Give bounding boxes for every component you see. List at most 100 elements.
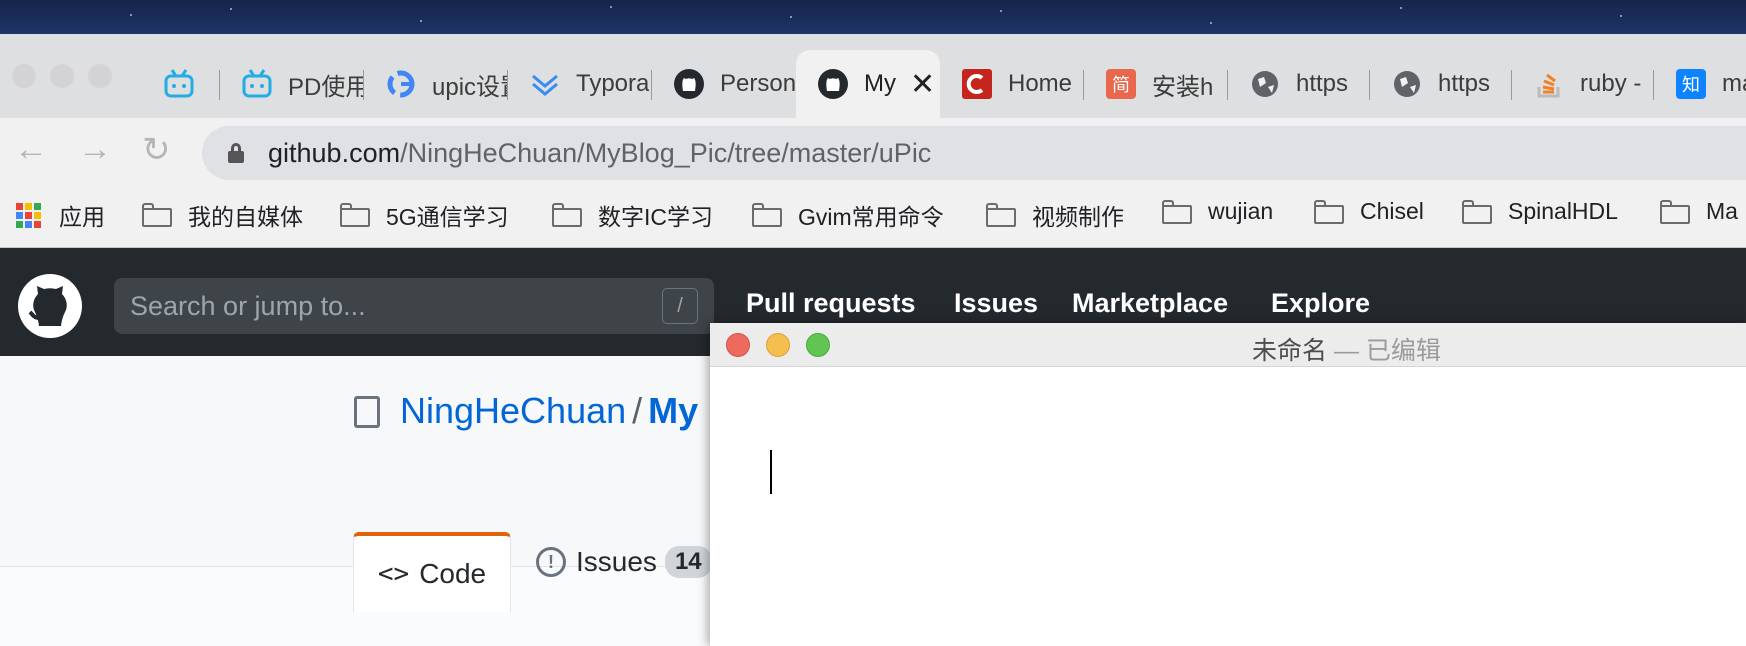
- close-tab-icon[interactable]: ✕: [910, 67, 935, 102]
- bookmark-apps[interactable]: 应用: [16, 198, 105, 232]
- tab-title: ma: [1722, 70, 1746, 97]
- bookmarks-bar: 应用 我的自媒体 5G通信学习 数字IC学习 Gvim常用命令 视频制作 wuj…: [0, 184, 1746, 248]
- coursera-icon: [960, 67, 994, 101]
- github-search-input[interactable]: Search or jump to... /: [114, 278, 714, 334]
- tab-code[interactable]: <> Code: [353, 532, 511, 612]
- bookmark-folder[interactable]: wujian: [1162, 198, 1273, 225]
- folder-icon: [1462, 199, 1492, 224]
- tab-title: Personal: [720, 70, 796, 97]
- browser-tab[interactable]: https: [1370, 50, 1512, 118]
- bookmark-folder[interactable]: Chisel: [1314, 198, 1424, 225]
- bookmark-label: SpinalHDL: [1508, 198, 1618, 224]
- google-icon: [384, 67, 418, 101]
- folder-icon: [340, 203, 370, 227]
- textedit-titlebar: 未命名 — 已编辑: [710, 323, 1746, 367]
- search-placeholder: Search or jump to...: [130, 290, 366, 321]
- desktop-background: [0, 0, 1746, 34]
- repo-icon: [354, 396, 380, 428]
- repo-name-link[interactable]: My: [648, 390, 698, 431]
- svg-text:知: 知: [1682, 75, 1700, 96]
- zhihu-icon: 知: [1674, 67, 1708, 101]
- bilibili-icon: [240, 67, 274, 101]
- bookmark-folder[interactable]: 视频制作: [986, 198, 1124, 232]
- bookmark-label: 视频制作: [1032, 204, 1124, 230]
- text-area[interactable]: [710, 367, 1746, 646]
- folder-icon: [1162, 199, 1192, 224]
- tab-title: PD使用: [288, 73, 364, 101]
- tab-title: https: [1296, 70, 1349, 97]
- tab-strip: PD使用 upic设置 Typora: [0, 34, 1746, 118]
- browser-tab[interactable]: 知 ma: [1654, 50, 1746, 118]
- folder-icon: [986, 203, 1016, 227]
- minimize-window-button[interactable]: [766, 333, 790, 357]
- text-cursor: [770, 450, 772, 494]
- back-icon[interactable]: ←: [14, 130, 48, 169]
- path-separator: /: [632, 390, 643, 431]
- github-logo-icon[interactable]: [18, 274, 82, 338]
- bookmark-folder[interactable]: 我的自媒体: [142, 198, 303, 232]
- folder-icon: [552, 203, 582, 227]
- nav-issues[interactable]: Issues: [954, 288, 1038, 319]
- browser-tab[interactable]: 简 安装h: [1084, 50, 1228, 118]
- browser-tab[interactable]: upic设置: [364, 50, 508, 118]
- folder-icon: [1314, 199, 1344, 224]
- apps-grid-icon: [16, 202, 41, 228]
- nav-marketplace[interactable]: Marketplace: [1072, 288, 1228, 319]
- tab-title: 安装h: [1152, 73, 1214, 101]
- bookmark-folder[interactable]: Gvim常用命令: [752, 198, 944, 232]
- browser-tab[interactable]: PD使用: [220, 50, 364, 118]
- document-name: 未命名: [1252, 337, 1328, 365]
- issues-count-badge: 14: [664, 546, 712, 578]
- bookmark-folder[interactable]: SpinalHDL: [1462, 198, 1618, 225]
- jianshu-icon: 简: [1104, 67, 1138, 101]
- address-bar[interactable]: github.com/NingHeChuan/MyBlog_Pic/tree/m…: [202, 126, 1746, 180]
- github-icon: [816, 67, 850, 101]
- url-host: github.com: [268, 137, 401, 168]
- tab-issues-label: Issues: [576, 546, 657, 577]
- repo-owner-link[interactable]: NingHeChuan: [400, 390, 626, 431]
- browser-tab[interactable]: https: [1228, 50, 1370, 118]
- window-zoom-button[interactable]: [88, 64, 112, 88]
- browser-toolbar: ← → ↻ github.com/NingHeChuan/MyBlog_Pic/…: [0, 118, 1746, 184]
- bookmark-label: 应用: [59, 204, 105, 230]
- repo-breadcrumb: NingHeChuan / My: [400, 390, 698, 432]
- forward-icon[interactable]: →: [78, 130, 112, 169]
- bookmark-label: 5G通信学习: [386, 204, 509, 230]
- browser-tab[interactable]: Personal: [652, 50, 796, 118]
- tab-issues[interactable]: ! Issues 14: [536, 546, 712, 578]
- issue-opened-icon: !: [536, 547, 566, 577]
- nav-explore[interactable]: Explore: [1271, 288, 1370, 319]
- browser-tab[interactable]: Home: [940, 50, 1084, 118]
- close-window-button[interactable]: [726, 333, 750, 357]
- typora-icon: [528, 67, 562, 101]
- lock-icon: [228, 143, 244, 163]
- folder-icon: [752, 203, 782, 227]
- url-path: /NingHeChuan/MyBlog_Pic/tree/master/uPic: [400, 137, 932, 168]
- nav-pull-requests[interactable]: Pull requests: [746, 288, 916, 319]
- bookmark-label: 我的自媒体: [188, 204, 303, 230]
- code-icon: <>: [377, 559, 410, 589]
- browser-tab-active[interactable]: My ✕: [796, 50, 940, 118]
- folder-icon: [142, 203, 172, 227]
- tab-title: Typora: [576, 70, 650, 97]
- bookmark-label: Gvim常用命令: [798, 204, 944, 230]
- edited-status: — 已编辑: [1327, 337, 1441, 365]
- folder-icon: [1660, 199, 1690, 224]
- bookmark-folder[interactable]: Ma: [1660, 198, 1738, 225]
- tab-title: https: [1438, 70, 1491, 97]
- bookmark-label: Ma: [1706, 198, 1738, 224]
- textedit-window: 未命名 — 已编辑: [710, 323, 1746, 646]
- bookmark-folder[interactable]: 5G通信学习: [340, 198, 509, 232]
- slash-shortcut-badge: /: [662, 288, 698, 324]
- browser-tab[interactable]: ruby -: [1512, 50, 1654, 118]
- globe-icon: [1248, 67, 1282, 101]
- browser-tab[interactable]: [142, 50, 220, 118]
- browser-tab[interactable]: Typora: [508, 50, 652, 118]
- bookmark-folder[interactable]: 数字IC学习: [552, 198, 713, 232]
- window-minimize-button[interactable]: [50, 64, 74, 88]
- window-close-button[interactable]: [12, 64, 36, 88]
- bookmark-label: Chisel: [1360, 198, 1424, 224]
- reload-icon[interactable]: ↻: [142, 130, 171, 170]
- zoom-window-button[interactable]: [806, 333, 830, 357]
- bilibili-icon: [162, 67, 196, 101]
